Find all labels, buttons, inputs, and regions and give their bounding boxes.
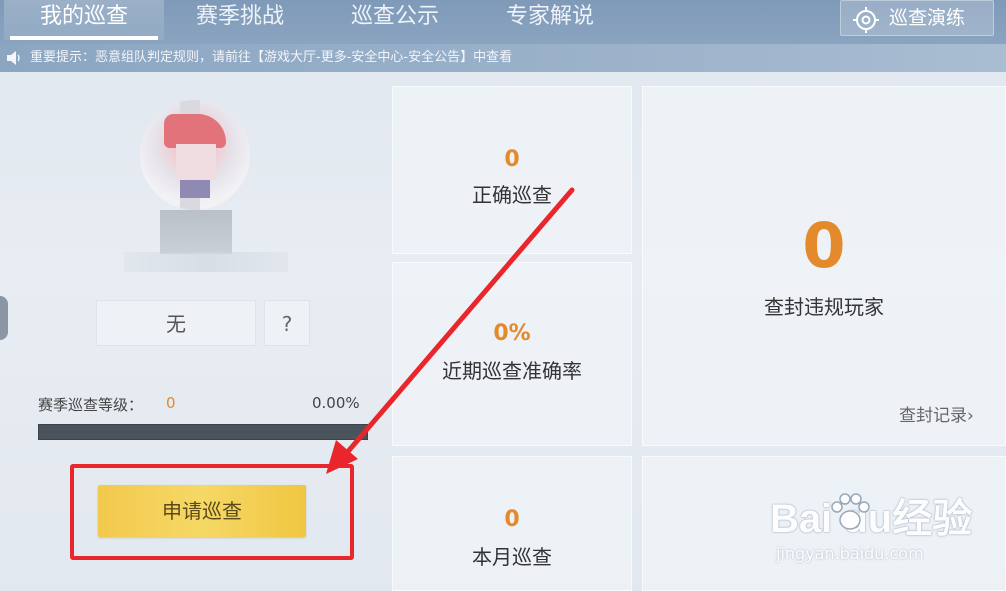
ban-records-label: 查封记录	[899, 406, 967, 426]
baidu-watermark: Bai du经验 jingyan.baidu.com	[770, 486, 1000, 570]
notice-bar: 重要提示：恶意组队判定规则，请前往【游戏大厅-更多-安全中心-安全公告】中查看	[0, 44, 1006, 72]
season-progress-bar	[38, 424, 368, 440]
patrol-drill-label: 巡查演练	[889, 7, 966, 29]
season-level-label: 赛季巡查等级：	[38, 396, 144, 414]
top-nav: 我的巡查 赛季挑战 巡查公示 专家解说 巡查演练	[0, 0, 1006, 44]
tab-patrol-public[interactable]: 巡查公示	[330, 0, 460, 40]
monthly-patrols-label: 本月巡查	[472, 545, 552, 569]
patrol-title-badge: 无	[96, 300, 256, 346]
annotation-highlight-frame	[70, 464, 354, 560]
patrol-drill-button[interactable]: 巡查演练	[840, 0, 994, 36]
banned-players-card: 0 查封违规玩家 查封记录›	[642, 86, 1006, 446]
recent-accuracy-value: 0%	[493, 321, 531, 346]
correct-patrols-value: 0	[504, 147, 520, 172]
avatar-face	[176, 144, 216, 180]
avatar-cap	[164, 114, 226, 148]
banned-players-label: 查封违规玩家	[764, 295, 884, 319]
chevron-right-icon: ›	[967, 406, 974, 426]
tab-my-patrol[interactable]: 我的巡查	[4, 0, 164, 40]
recent-accuracy-label: 近期巡查准确率	[442, 359, 582, 383]
avatar-shirt	[180, 180, 210, 198]
tab-season-challenge[interactable]: 赛季挑战	[170, 0, 310, 40]
monthly-patrols-value: 0	[504, 507, 520, 532]
season-progress-text: 0.00%	[312, 394, 360, 412]
tab-expert-commentary[interactable]: 专家解说	[485, 0, 615, 40]
avatar-body	[160, 210, 232, 254]
recent-accuracy-card: 0% 近期巡查准确率	[392, 262, 632, 446]
ban-records-link[interactable]: 查封记录›	[899, 401, 974, 426]
monthly-patrols-card: 0 本月巡查	[392, 456, 632, 591]
banned-players-value: 0	[802, 209, 846, 282]
player-name-blurred	[124, 252, 288, 272]
watermark-url: jingyan.baidu.com	[776, 544, 924, 563]
correct-patrols-card: 0 正确巡查	[392, 86, 632, 254]
side-handle[interactable]	[0, 296, 8, 340]
avatar	[140, 100, 250, 210]
speaker-icon	[7, 51, 20, 65]
help-button[interactable]: ?	[264, 300, 310, 346]
paw-icon	[831, 493, 870, 530]
correct-patrols-label: 正确巡查	[472, 183, 552, 207]
season-level-value: 0	[166, 394, 176, 412]
target-icon	[853, 7, 879, 33]
notice-text: 重要提示：恶意组队判定规则，请前往【游戏大厅-更多-安全中心-安全公告】中查看	[30, 50, 513, 65]
